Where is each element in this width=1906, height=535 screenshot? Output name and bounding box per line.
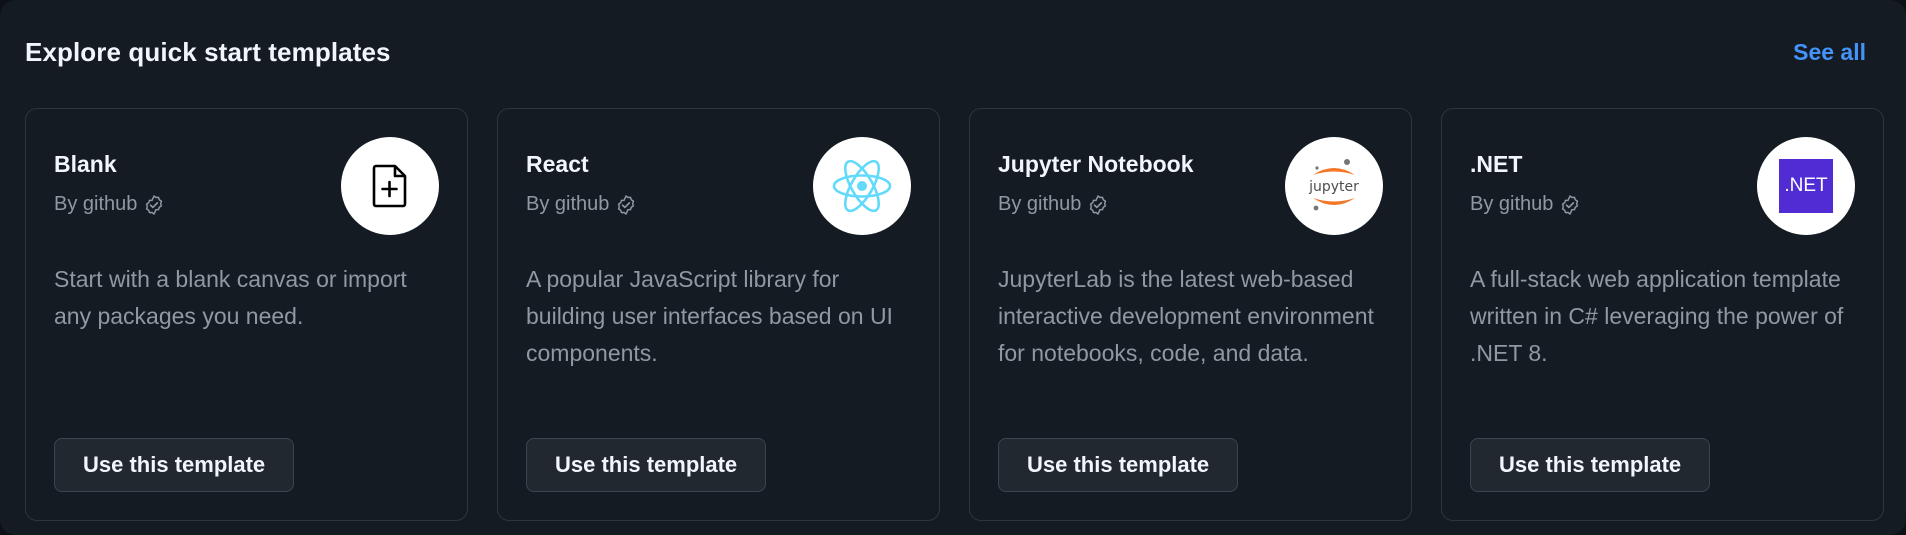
use-template-button[interactable]: Use this template — [1470, 438, 1711, 492]
author-label: By github — [54, 193, 138, 215]
template-description: JupyterLab is the latest web-based inter… — [998, 266, 1374, 366]
template-description: Start with a blank canvas or import any … — [54, 266, 407, 329]
template-logo: jupyter — [1285, 137, 1383, 235]
template-description: A full-stack web application template wr… — [1470, 266, 1844, 366]
quick-start-templates-panel: Explore quick start templates See all Bl… — [0, 0, 1906, 535]
template-card-blank: Blank By github Start with a blank canva… — [25, 108, 468, 521]
template-logo: .NET — [1757, 137, 1855, 235]
verified-badge-icon — [1090, 194, 1107, 215]
use-template-button[interactable]: Use this template — [526, 438, 767, 492]
author-label: By github — [526, 193, 610, 215]
use-template-button[interactable]: Use this template — [998, 438, 1239, 492]
use-template-button[interactable]: Use this template — [54, 438, 295, 492]
template-author: By github — [54, 193, 165, 216]
template-logo — [813, 137, 911, 235]
see-all-link[interactable]: See all — [1793, 39, 1866, 66]
panel-title: Explore quick start templates — [25, 36, 391, 67]
template-logo — [341, 137, 439, 235]
dotnet-logo-text: .NET — [1784, 175, 1828, 196]
template-title: Blank — [54, 151, 117, 177]
template-title: React — [526, 151, 589, 177]
author-label: By github — [998, 193, 1082, 215]
template-title: Jupyter Notebook — [998, 151, 1194, 177]
template-cards: Blank By github Start with a blank canva… — [25, 108, 1884, 521]
verified-badge-icon — [1562, 194, 1579, 215]
template-card-jupyter-notebook: Jupyter Notebook By github jupyter Jupyt… — [969, 108, 1412, 521]
dotnet-logo-icon: .NET — [1779, 159, 1833, 213]
jupyter-logo-text: jupyter — [1308, 179, 1359, 195]
template-author: By github — [526, 193, 637, 216]
author-label: By github — [1470, 193, 1554, 215]
verified-badge-icon — [146, 194, 163, 215]
template-card-dotnet: .NET By github .NET A full-stack web app… — [1441, 108, 1884, 521]
template-card-react: React By github A popular JavaScript lib… — [497, 108, 940, 521]
template-description: A popular JavaScript library for buildin… — [526, 266, 893, 366]
blank-file-plus-icon — [372, 164, 407, 208]
template-author: By github — [1470, 193, 1581, 216]
jupyter-logo-icon: jupyter — [1308, 159, 1359, 211]
template-author: By github — [998, 193, 1109, 216]
react-logo-icon — [832, 159, 892, 213]
verified-badge-icon — [618, 194, 635, 215]
panel-header: Explore quick start templates See all — [25, 30, 1866, 74]
template-title: .NET — [1470, 151, 1523, 177]
